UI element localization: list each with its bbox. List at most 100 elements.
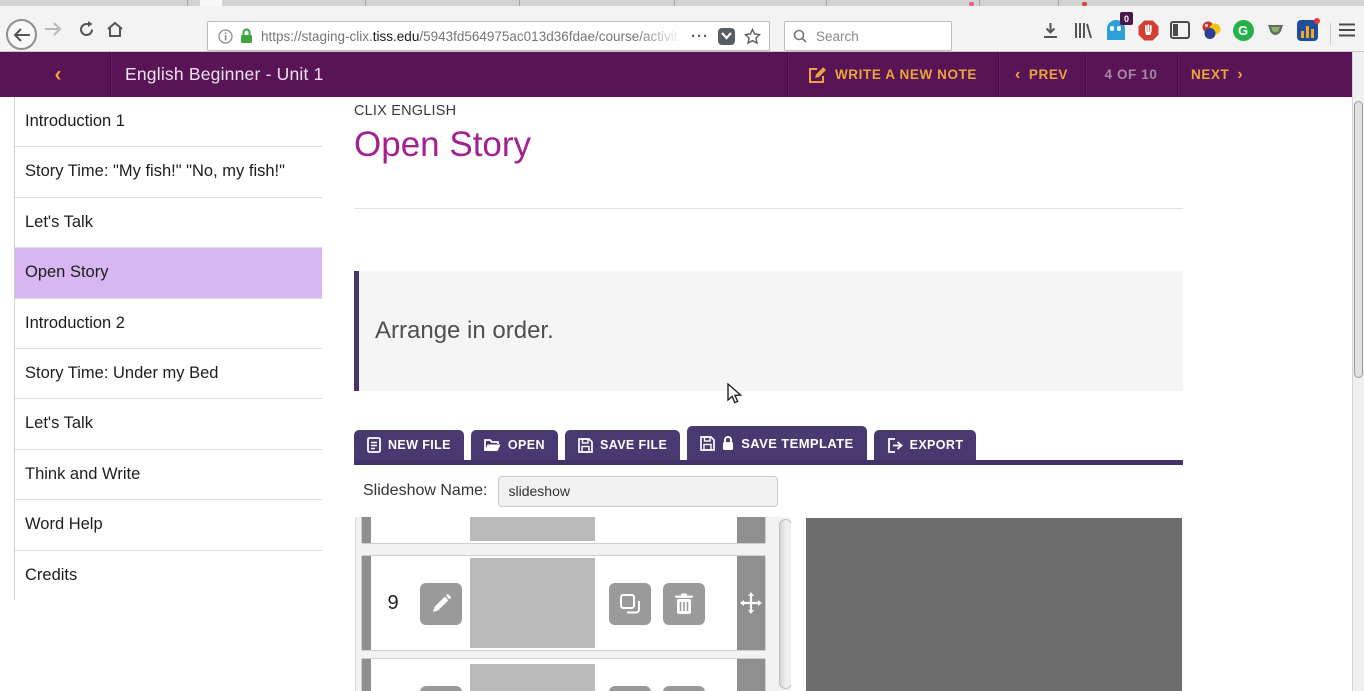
browser-toolbar: https://staging-clix.tiss.edu/5943fd5649…: [0, 6, 1364, 52]
save-template-tab[interactable]: SAVE TEMPLATE: [687, 426, 866, 460]
slide-thumbnail: [470, 517, 595, 541]
search-input[interactable]: [814, 28, 924, 45]
grammarly-icon: G: [1233, 20, 1254, 41]
delete-slide-button[interactable]: [663, 686, 705, 691]
slideshow-name-label: Slideshow Name:: [363, 482, 488, 500]
sidebar-item-introduction-2[interactable]: Introduction 2: [15, 299, 322, 349]
open-label: OPEN: [508, 438, 545, 452]
download-icon: [1042, 22, 1059, 39]
https-lock-icon[interactable]: [240, 28, 261, 44]
slide-row-9[interactable]: 9: [361, 555, 766, 651]
prev-button[interactable]: ‹ PREV: [998, 52, 1085, 97]
browser-window: https://staging-clix.tiss.edu/5943fd5649…: [0, 0, 1364, 691]
library-button[interactable]: [1071, 18, 1095, 42]
floppy-disk-icon: [700, 436, 715, 451]
url-bar[interactable]: https://staging-clix.tiss.edu/5943fd5649…: [207, 21, 770, 51]
colored-spheres-extension-button[interactable]: [1199, 18, 1223, 42]
search-bar[interactable]: [784, 21, 952, 51]
page-title: Open Story: [354, 125, 531, 165]
sidebar-item-credits[interactable]: Credits: [15, 551, 322, 600]
lock-icon: [722, 436, 734, 451]
back-arrow-icon: [13, 28, 31, 42]
colored-spheres-icon: [1201, 20, 1222, 40]
course-back-button[interactable]: ‹: [38, 52, 78, 97]
prev-label: PREV: [1029, 67, 1068, 82]
sidebar-item-introduction-1[interactable]: Introduction 1: [15, 97, 322, 147]
ghostery-extension-button[interactable]: 0: [1104, 18, 1128, 42]
slideshow-name-input[interactable]: [498, 476, 778, 507]
duplicate-icon: [619, 593, 641, 615]
sidebar-item-lets-talk-1[interactable]: Let's Talk: [15, 198, 322, 248]
export-arrow-icon: [887, 438, 903, 453]
page-scrollbar[interactable]: [1352, 52, 1364, 691]
slideshow-name-row: Slideshow Name:: [363, 475, 778, 507]
next-button[interactable]: NEXT ›: [1177, 52, 1297, 97]
save-file-label: SAVE FILE: [600, 438, 667, 452]
chart-extension-button[interactable]: [1295, 18, 1319, 42]
home-button[interactable]: [101, 6, 129, 52]
shield-extension-button[interactable]: [1263, 18, 1287, 42]
edit-slide-button[interactable]: [420, 583, 462, 625]
delete-slide-button[interactable]: [663, 583, 705, 625]
sidebar-item-story-time-under-my-bed[interactable]: Story Time: Under my Bed: [15, 349, 322, 399]
forward-arrow-icon: [44, 22, 62, 36]
edit-slide-button[interactable]: [420, 686, 462, 691]
document-icon: [367, 437, 381, 453]
slide-row-partial-top[interactable]: [361, 517, 766, 544]
sidebar-item-word-help[interactable]: Word Help: [15, 500, 322, 550]
back-chevron-icon: ‹: [55, 63, 62, 87]
export-label: EXPORT: [910, 438, 964, 452]
sidebar-item-open-story[interactable]: Open Story: [15, 248, 322, 298]
home-icon: [106, 21, 124, 38]
slide-thumbnail: [470, 558, 595, 648]
course-title: English Beginner - Unit 1: [125, 52, 324, 97]
write-note-button[interactable]: WRITE A NEW NOTE: [787, 52, 998, 97]
next-label: NEXT: [1191, 67, 1229, 82]
course-label: CLIX ENGLISH: [354, 103, 456, 119]
ghostery-badge: 0: [1120, 12, 1133, 25]
next-chevron-icon: ›: [1237, 66, 1243, 84]
adblock-extension-button[interactable]: [1136, 18, 1160, 42]
sidebar-item-think-and-write[interactable]: Think and Write: [15, 450, 322, 500]
move-arrows-icon: [740, 592, 762, 614]
move-handle[interactable]: [737, 517, 765, 543]
menu-button[interactable]: [1335, 18, 1359, 42]
move-handle[interactable]: [737, 659, 765, 691]
reload-icon: [78, 21, 95, 38]
open-tab[interactable]: OPEN: [471, 430, 558, 460]
sidebar-panel-extension-button[interactable]: [1168, 18, 1192, 42]
slide-number: 9: [380, 556, 406, 650]
url-prefix: https://staging-clix.: [261, 29, 373, 44]
export-tab[interactable]: EXPORT: [874, 430, 977, 460]
forward-button[interactable]: [40, 6, 66, 52]
back-button[interactable]: [6, 19, 37, 50]
write-note-label: WRITE A NEW NOTE: [835, 67, 977, 82]
sidebar-item-story-time-my-fish[interactable]: Story Time: "My fish!" "No, my fish!": [15, 147, 322, 197]
course-header: ‹ English Beginner - Unit 1 WRITE A NEW …: [0, 52, 1352, 97]
slide-thumbnail: [470, 664, 595, 691]
shield-badge-icon: [1267, 23, 1284, 38]
pocket-icon[interactable]: [718, 28, 735, 45]
sidebar-item-lets-talk-2[interactable]: Let's Talk: [15, 399, 322, 449]
grammarly-extension-button[interactable]: G: [1231, 18, 1255, 42]
page-scrollbar-thumb[interactable]: [1354, 101, 1363, 378]
download-button[interactable]: [1038, 18, 1062, 42]
reload-button[interactable]: [72, 6, 100, 52]
save-file-tab[interactable]: SAVE FILE: [565, 430, 680, 460]
save-template-label: SAVE TEMPLATE: [741, 436, 853, 451]
new-file-tab[interactable]: NEW FILE: [354, 430, 464, 460]
page-actions-icon[interactable]: ···: [691, 28, 709, 45]
duplicate-slide-button[interactable]: [609, 686, 651, 691]
search-icon: [793, 29, 807, 43]
site-info-icon[interactable]: [208, 29, 240, 44]
edit-pencil-icon: [430, 593, 452, 615]
move-handle[interactable]: [737, 556, 765, 650]
slide-list-scrollbar[interactable]: [779, 519, 791, 689]
url-fade: [637, 29, 683, 44]
slide-list: 9: [355, 517, 791, 691]
duplicate-slide-button[interactable]: [609, 583, 651, 625]
prev-chevron-icon: ‹: [1015, 66, 1021, 84]
slide-row-partial-bottom[interactable]: [361, 658, 766, 691]
write-note-icon: [808, 66, 827, 84]
bookmark-star-icon[interactable]: [744, 28, 761, 45]
